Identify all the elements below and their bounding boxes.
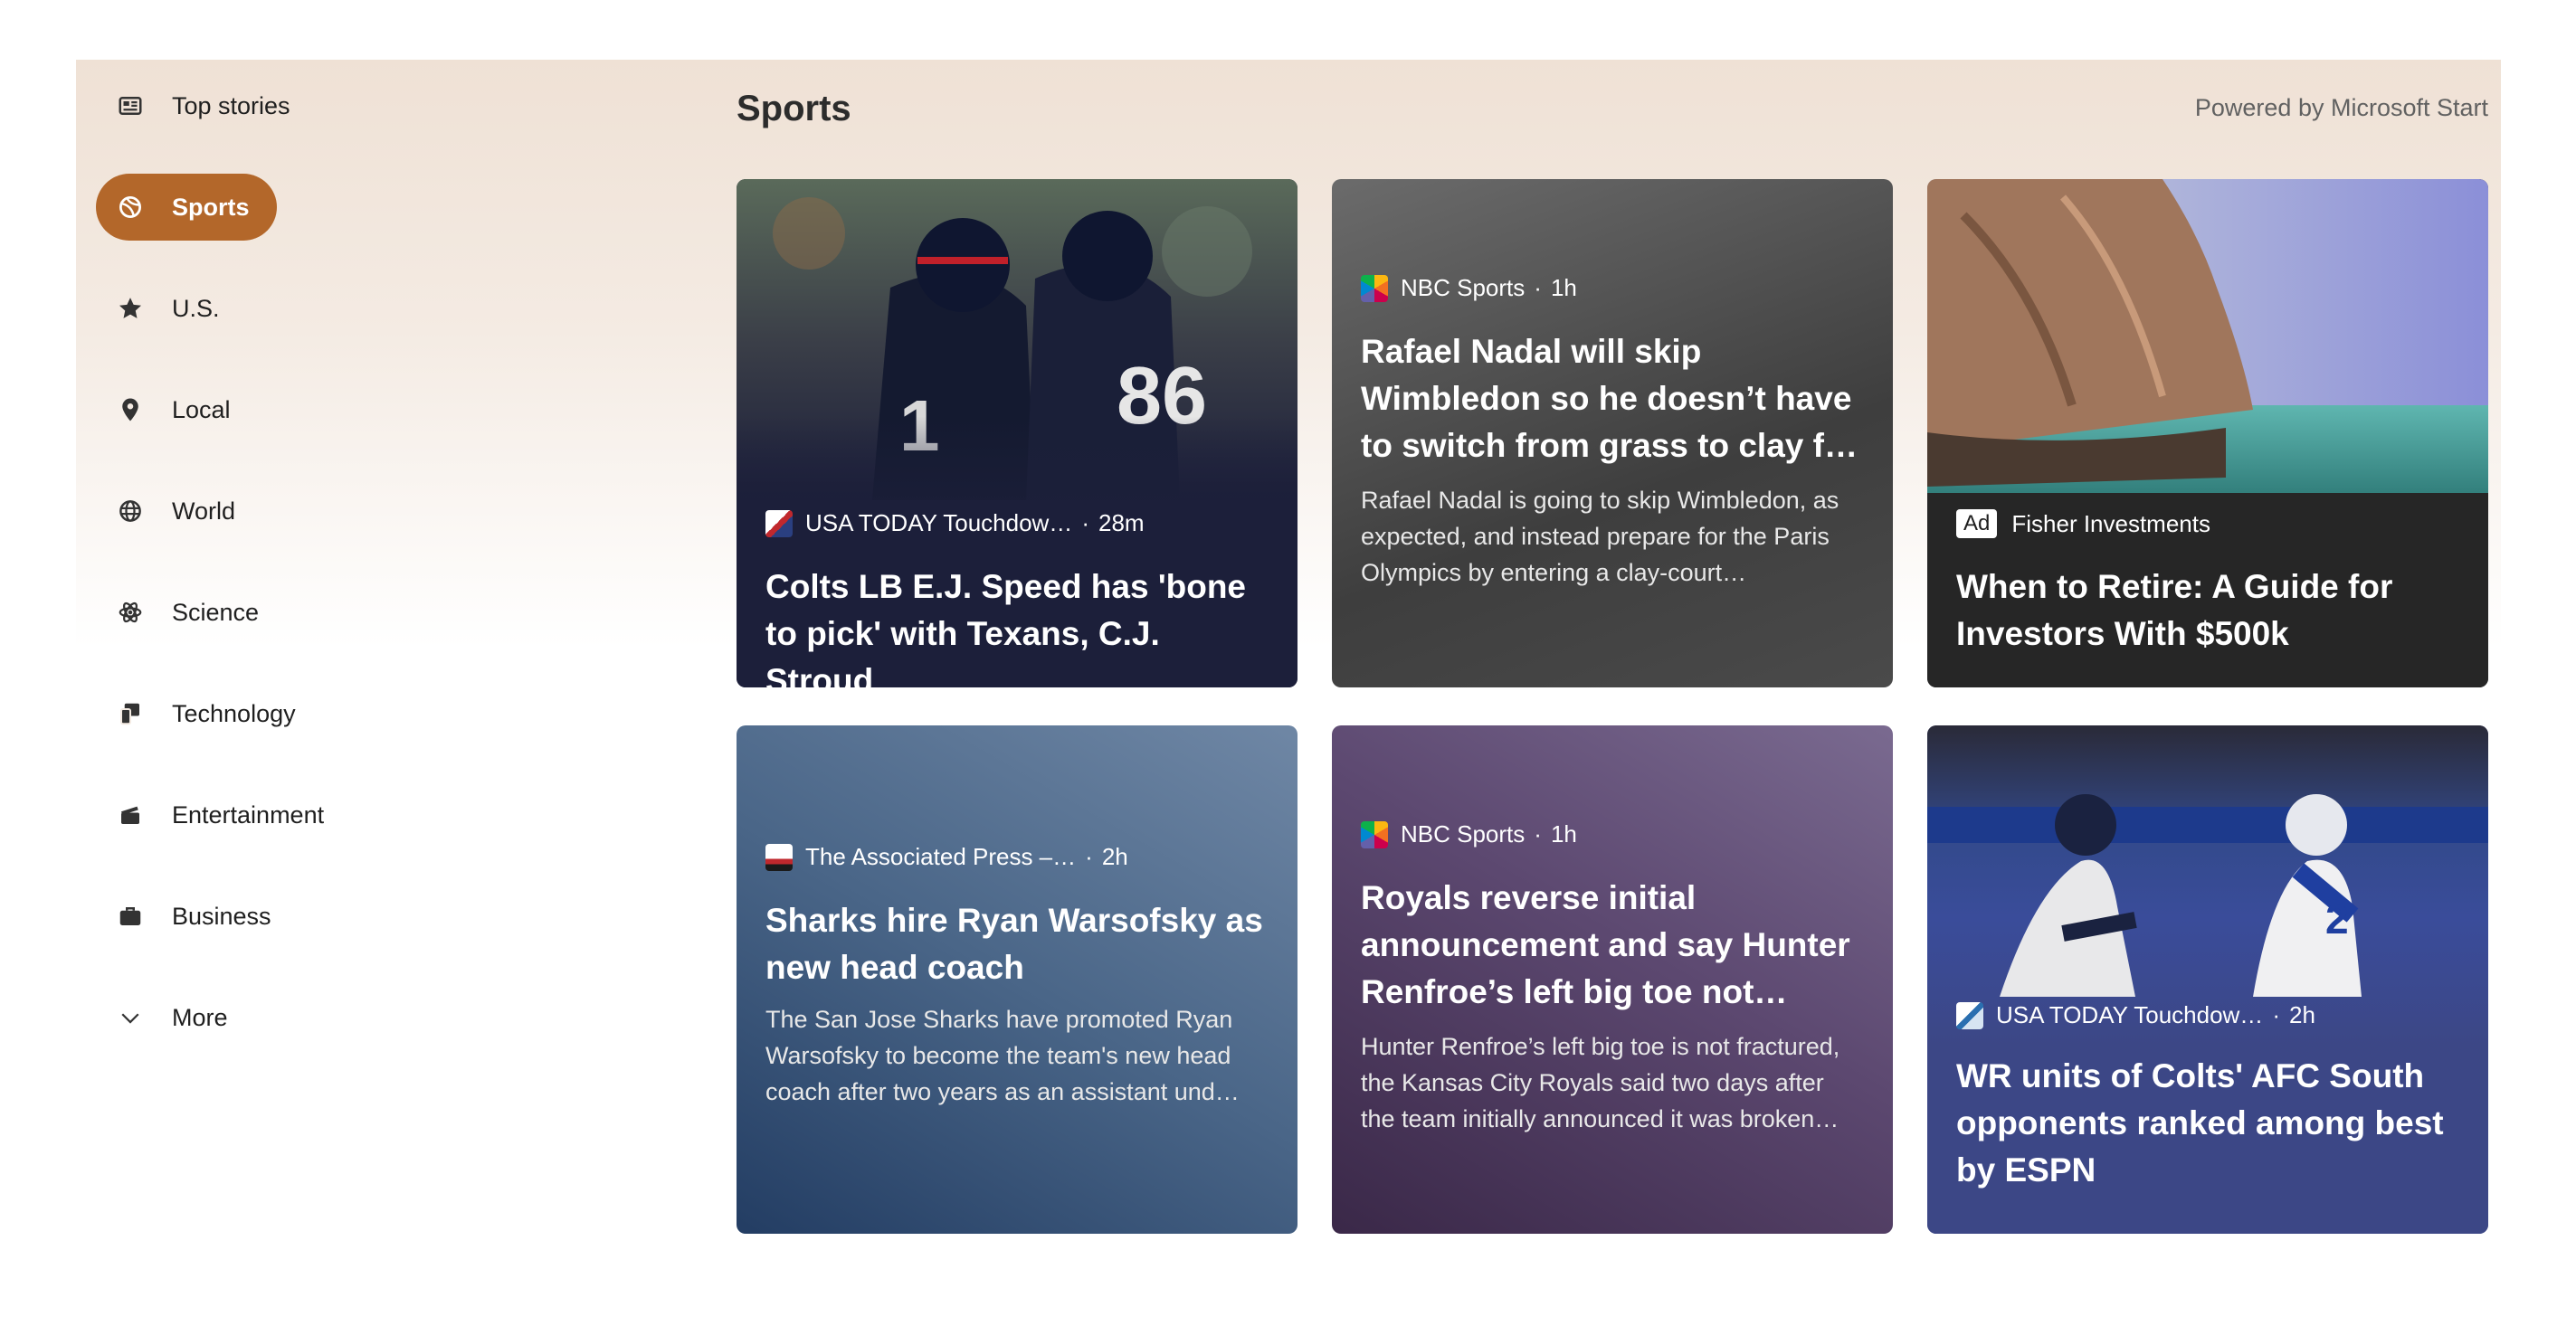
news-feed-panel: Top stories Sports U.S. Local World Scie…	[76, 60, 2501, 1254]
devices-icon	[116, 699, 145, 728]
briefcase-icon	[116, 902, 145, 931]
section-header: Sports Powered by Microsoft Start	[737, 72, 2488, 154]
location-pin-icon	[116, 395, 145, 424]
card-title: WR units of Colts' AFC South opponents r…	[1956, 1057, 2444, 1189]
sidebar-item-label: U.S.	[172, 294, 220, 322]
sidebar-item-us[interactable]: U.S.	[96, 275, 639, 342]
card-time: 1h	[1550, 820, 1577, 848]
category-sidebar: Top stories Sports U.S. Local World Scie…	[96, 72, 639, 1085]
card-meta: The Associated Press –… · 2h	[765, 843, 1269, 871]
card-source: NBC Sports	[1401, 274, 1526, 301]
star-icon	[116, 294, 145, 323]
card-source: Fisher Investments	[2011, 509, 2210, 537]
sidebar-item-label: Science	[172, 598, 260, 626]
card-source: USA TODAY Touchdow…	[1996, 1001, 2264, 1028]
card-meta: NBC Sports · 1h	[1361, 274, 1864, 302]
card-description: The San Jose Sharks have promoted Ryan W…	[765, 1006, 1240, 1105]
card-source: The Associated Press –…	[805, 843, 1077, 870]
coastal-cliff-photo	[1927, 179, 2488, 500]
card-time: 2h	[2288, 1001, 2315, 1028]
usa-today-logo-icon	[1956, 1001, 1983, 1029]
newspaper-icon	[116, 91, 145, 120]
news-card[interactable]: NBC Sports · 1h Rafael Nadal will skip W…	[1332, 179, 1893, 687]
sidebar-item-top-stories[interactable]: Top stories	[96, 72, 639, 139]
news-main: Sports Powered by Microsoft Start 86 USA…	[737, 72, 2488, 1234]
sidebar-item-local[interactable]: Local	[96, 376, 639, 443]
card-title: Rafael Nadal will skip Wimbledon so he d…	[1361, 333, 1858, 464]
nbc-peacock-icon	[1361, 274, 1388, 302]
news-card[interactable]: The Associated Press –… · 2h Sharks hire…	[737, 725, 1298, 1234]
card-title: Sharks hire Ryan Warsofsky as new head c…	[765, 902, 1263, 986]
sidebar-item-label: Top stories	[172, 91, 290, 119]
ad-card[interactable]: Ad Fisher Investments When to Retire: A …	[1927, 179, 2488, 687]
sidebar-item-science[interactable]: Science	[96, 579, 639, 646]
sidebar-item-label: Technology	[172, 699, 296, 727]
sidebar-item-label: World	[172, 497, 236, 525]
clapperboard-icon	[116, 800, 145, 829]
card-meta: NBC Sports · 1h	[1361, 820, 1864, 848]
card-title: Colts LB E.J. Speed has 'bone to pick' w…	[765, 568, 1247, 687]
card-description: Hunter Renfroe’s left big toe is not fra…	[1361, 1033, 1840, 1132]
card-source: USA TODAY Touchdow…	[805, 509, 1073, 536]
sidebar-item-entertainment[interactable]: Entertainment	[96, 781, 639, 848]
card-title: Royals reverse initial announcement and …	[1361, 879, 1850, 1010]
sidebar-item-more[interactable]: More	[96, 984, 639, 1051]
sports-ball-icon	[116, 193, 145, 222]
page-title: Sports	[737, 89, 851, 128]
sidebar-item-technology[interactable]: Technology	[96, 680, 639, 747]
usa-today-logo-icon	[765, 509, 793, 537]
card-meta: USA TODAY Touchdow… · 2h	[1956, 1001, 2459, 1029]
sidebar-item-label: More	[172, 1003, 228, 1031]
sidebar-item-label: Local	[172, 395, 231, 423]
card-meta: Ad Fisher Investments	[1956, 509, 2459, 538]
chevron-down-icon	[116, 1003, 145, 1032]
sidebar-item-world[interactable]: World	[96, 478, 639, 545]
atom-icon	[116, 598, 145, 627]
sidebar-item-label: Sports	[172, 193, 250, 221]
sidebar-item-label: Business	[172, 902, 271, 930]
card-meta: USA TODAY Touchdow… · 28m	[765, 509, 1269, 537]
news-card[interactable]: 2 USA TODAY Touchdow… · 2h WR units of C…	[1927, 725, 2488, 1234]
card-title: When to Retire: A Guide for Investors Wi…	[1956, 568, 2393, 652]
powered-by-label: Powered by Microsoft Start	[2194, 94, 2488, 121]
news-card[interactable]: NBC Sports · 1h Royals reverse initial a…	[1332, 725, 1893, 1234]
news-card[interactable]: 86 1 USA TODAY Touchdow… · 28m Colts LB …	[737, 179, 1298, 687]
svg-text:2: 2	[2325, 895, 2349, 942]
ap-logo-icon	[765, 843, 793, 871]
globe-icon	[116, 497, 145, 526]
sidebar-item-label: Entertainment	[172, 800, 325, 829]
card-source: NBC Sports	[1401, 820, 1526, 848]
card-time: 1h	[1550, 274, 1577, 301]
football-game-photo: 2	[1927, 725, 2488, 1047]
sidebar-item-business[interactable]: Business	[96, 883, 639, 950]
nbc-peacock-icon	[1361, 820, 1388, 848]
card-time: 2h	[1101, 843, 1128, 870]
card-description: Rafael Nadal is going to skip Wimbledon,…	[1361, 487, 1839, 586]
sidebar-item-sports[interactable]: Sports	[96, 174, 277, 241]
ad-badge: Ad	[1956, 509, 1998, 538]
card-time: 28m	[1098, 509, 1145, 536]
